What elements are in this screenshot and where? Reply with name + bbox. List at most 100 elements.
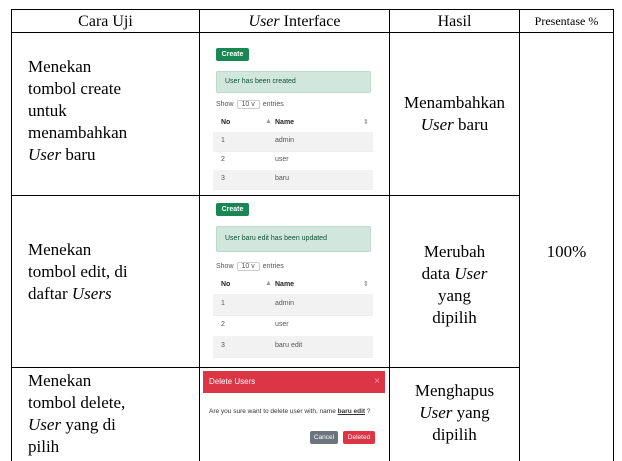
show-entries: Show 10 v entries [216,262,284,271]
column-no[interactable]: No [221,119,230,126]
table-row: 2 user [213,315,373,337]
chevron-down-icon: v [251,263,255,270]
chevron-down-icon: v [251,101,255,108]
row1-method-line: menambahkan [28,123,128,142]
column-no[interactable]: No [221,281,230,288]
row1-method-user: User [28,145,62,164]
success-alert: User baru edit has been updated [216,226,371,252]
sort-icon: ⇕ [363,119,369,126]
modal-message-username: baru edit [337,408,366,415]
entries-select[interactable]: 10 v [236,100,260,109]
row1-result: Menambahkan User baru [390,92,519,136]
header-user-interface: User Interface [200,10,389,32]
table-row: 1 admin [213,294,373,316]
sort-up-icon: ▲ [265,280,272,287]
create-button[interactable]: Create [216,48,249,61]
modal-title: Delete Users [209,377,256,386]
row2-method-users: Users [71,284,112,303]
cell-name: baru edit [275,342,303,349]
cell-no: 2 [221,156,225,163]
header-hasil: Hasil [437,13,472,30]
table-header: No ▲ Name ⇕ [213,116,373,133]
entries-select[interactable]: 10 v [236,262,260,271]
row2-method-daftar: daftar [28,284,72,303]
cell-no: 1 [221,137,225,144]
row1-method-line: User baru [28,144,196,166]
row2-result-line: Merubah [423,242,486,261]
sort-icon: ⇕ [363,281,369,288]
success-alert: User has been created [216,71,371,93]
header-interface-text: Interface [279,13,341,30]
cell-no: 2 [221,321,225,328]
cancel-button[interactable]: Cancel [310,431,338,444]
row3-method-line: User yang di [28,414,196,436]
row3-method-user: User [28,415,62,434]
row1-result-user: User [420,115,454,134]
row1-method: Menekan tombol create untuk menambahkan … [28,56,196,166]
show-label: Show [216,101,234,108]
cell-name: user [275,156,289,163]
row3-method-line: Menekan [28,371,92,390]
row2-result-user: User [454,264,488,283]
create-button[interactable]: Create [216,203,249,216]
test-result-table: Cara Uji User Interface Hasil Presentase… [0,0,622,461]
entries-label: entries [262,101,284,108]
table-row: 1 admin [213,132,373,152]
cell-name: admin [275,137,295,144]
row2-result-line: yang [437,286,472,305]
row2-method-line: Menekan [28,240,92,259]
delete-button[interactable]: Deleted [343,431,375,444]
entries-select-value: 10 [241,263,250,270]
row3-result-line: Menghapus [414,381,495,400]
modal-message: Are you sure want to delete user with, n… [209,408,371,415]
percentage-value: 100% [546,242,587,261]
row1-ui-screenshot: Create User has been created Show 10 v ent… [213,44,373,190]
cell-no: 1 [221,300,225,307]
table-row: 3 baru [213,170,373,190]
cell-no: 3 [221,342,225,349]
modal-message-end: ? [365,408,371,415]
row2-result-line: dipilih [432,308,477,327]
row1-method-line: tombol create [28,79,121,98]
row3-result-line: User yang [390,402,519,424]
cell-name: user [275,321,289,328]
sort-up-icon: ▲ [265,118,272,125]
row2-result-data: data [421,264,455,283]
row1-result-line: User baru [390,114,519,136]
table-row: 3 baru edit [213,336,373,358]
row3-result-user: User [419,403,453,422]
cell-no: 3 [221,175,225,182]
header-cara-uji: Cara Uji [78,13,133,30]
row1-method-line: untuk [28,101,67,120]
header-presentase: Presentase % [534,14,599,28]
row1-result-line: Menambahkan [403,93,506,112]
row1-result-baru: baru [453,115,489,134]
column-name[interactable]: Name [275,281,294,288]
row3-result: Menghapus User yang dipilih [390,380,519,446]
row3-method-line: tombol delete, [28,393,126,412]
header-user-italic: User [248,13,280,30]
row2-method: Menekan tombol edit, di daftar Users [28,239,196,305]
row1-method-line: Menekan [28,57,92,76]
row3-method: Menekan tombol delete, User yang di pili… [28,370,196,458]
table-row: 2 user [213,151,373,171]
show-entries: Show 10 v entries [216,100,284,109]
row2-result: Merubah data User yang dipilih [390,241,519,329]
table-header: No ▲ Name ⇕ [213,278,373,295]
modal-header: Delete Users × [203,371,385,393]
close-icon[interactable]: × [374,371,380,393]
column-name[interactable]: Name [275,119,294,126]
row1-method-baru: baru [61,145,96,164]
entries-select-value: 10 [241,101,250,108]
show-label: Show [216,263,234,270]
row2-result-line: data User [390,263,519,285]
row3-method-yang-di: yang di [61,415,116,434]
entries-label: entries [262,263,284,270]
modal-message-text: Are you sure want to delete user with, n… [209,408,338,415]
row3-method-line: pilih [28,437,60,456]
cell-name: admin [275,300,295,307]
row3-result-line: dipilih [432,425,477,444]
row2-method-line: tombol edit, di [28,262,128,281]
row3-delete-modal: Delete Users × Are you sure want to delet… [203,371,385,461]
row2-ui-screenshot: Create User baru edit has been updated S… [213,198,373,361]
